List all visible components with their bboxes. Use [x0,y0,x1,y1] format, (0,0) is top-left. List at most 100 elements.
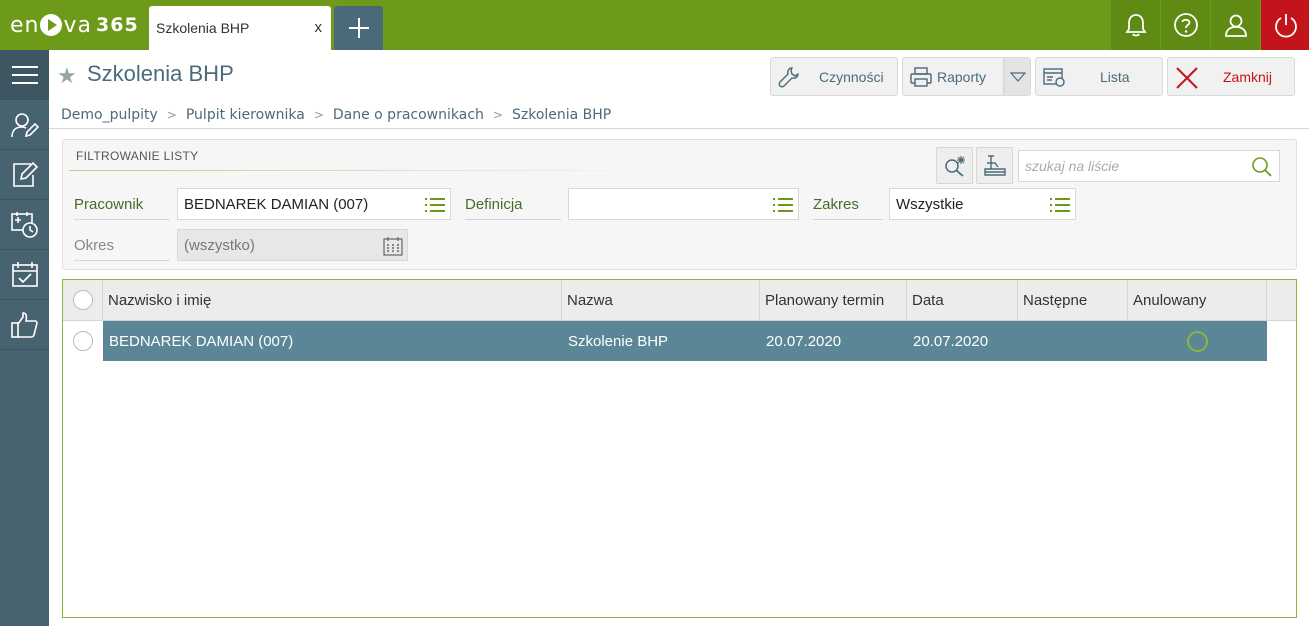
list-picker-icon[interactable] [424,197,446,213]
edit-icon [13,161,39,187]
table-row[interactable]: BEDNAREK DAMIAN (007) Szkolenie BHP 20.0… [63,321,1296,361]
column-header-anulowany[interactable]: Anulowany [1128,280,1267,321]
cell-data: 20.07.2020 [913,333,989,350]
raporty-button[interactable]: Raporty [902,57,1004,96]
divider [49,128,1309,129]
raporty-dropdown-button[interactable] [1004,57,1031,96]
lista-button[interactable]: Lista [1035,57,1163,96]
sidebar-menu-button[interactable] [0,50,49,100]
breadcrumb-item[interactable]: Dane o pracownikach [333,107,484,123]
column-header-label: Nazwisko i imię [108,292,212,309]
calendar-check-icon [12,262,38,287]
sidebar-item-employee[interactable] [0,100,49,150]
select-all-cell [63,280,103,321]
wrench-icon [778,67,799,88]
bell-icon [1125,14,1147,37]
column-header-nazwisko[interactable]: Nazwisko i imię [103,280,562,321]
breadcrumb-item[interactable]: Demo_pulpity [61,107,158,123]
advanced-search-button[interactable] [936,147,973,184]
divider [69,170,669,171]
cell-nazwisko: BEDNAREK DAMIAN (007) [109,333,294,350]
pracownik-label: Pracownik [74,196,170,220]
list-search-box [1018,150,1280,182]
column-header-data[interactable]: Data [907,280,1018,321]
list-picker-icon[interactable] [772,197,794,213]
czynnosci-label: Czynności [819,69,884,85]
cell-nazwa: Szkolenie BHP [568,333,669,350]
user-icon [1225,14,1247,37]
okres-label: Okres [74,237,170,261]
zamknij-button[interactable]: Zamknij [1167,57,1295,96]
anulowany-checkbox[interactable] [1187,331,1208,352]
favorite-star-icon[interactable]: ★ [57,64,77,89]
user-button[interactable] [1211,0,1260,50]
printer-icon [910,67,932,87]
filter-panel: FILTROWANIE LISTY Pracownik BEDNAREK DAM… [62,139,1297,270]
page-title: Szkolenia BHP [87,61,234,86]
definicja-field[interactable] [568,188,799,220]
left-sidebar [0,50,49,626]
logo-number: 365 [96,14,139,36]
pracownik-field[interactable]: BEDNAREK DAMIAN (007) [177,188,451,220]
breadcrumb-item-current: Szkolenia BHP [511,107,612,123]
sidebar-item-schedule[interactable] [0,200,49,250]
okres-field[interactable]: (wszystko) [177,229,408,261]
filter-clear-icon [984,155,1006,176]
tab-label: Szkolenia BHP [156,20,250,36]
row-select-radio[interactable] [73,331,93,351]
row-select-cell [63,321,103,361]
grid-header: Nazwisko i imię Nazwa Planowany termin D… [63,280,1296,321]
cell-planowany-termin: 20.07.2020 [766,333,842,350]
column-header-label: Następne [1023,292,1088,309]
column-header-planowany[interactable]: Planowany termin [760,280,907,321]
calendar-icon[interactable] [383,236,403,256]
menu-icon [12,66,38,84]
close-icon [1176,67,1198,89]
enova-logo[interactable]: en va 365 [10,11,139,39]
help-button[interactable] [1161,0,1210,50]
logo-text-left: en [10,12,40,38]
power-icon [1275,14,1297,38]
list-settings-icon [1043,68,1065,87]
tab-szkolenia-bhp[interactable]: Szkolenia BHP x [149,6,331,50]
pracownik-value: BEDNAREK DAMIAN (007) [184,196,369,213]
sidebar-item-approval[interactable] [0,300,49,350]
search-icon[interactable] [1251,156,1273,178]
column-header-label: Planowany termin [765,292,885,309]
chevron-right-icon: > [492,108,503,122]
chevron-down-icon [1010,72,1026,82]
add-tab-button[interactable] [334,6,383,50]
chevron-right-icon: > [313,108,324,122]
logo-text-right: va [63,12,92,38]
user-edit-icon [11,113,39,138]
sidebar-item-calendar[interactable] [0,250,49,300]
column-header-label: Nazwa [567,292,613,309]
data-grid: Nazwisko i imię Nazwa Planowany termin D… [62,279,1297,618]
clear-filter-button[interactable] [976,147,1013,184]
column-header-nazwa[interactable]: Nazwa [562,280,760,321]
search-input[interactable] [1019,151,1249,181]
breadcrumb: Demo_pulpity > Pulpit kierownika > Dane … [61,107,611,123]
play-icon [40,14,63,36]
help-icon [1174,13,1198,37]
czynnosci-button[interactable]: Czynności [770,57,898,96]
zamknij-label: Zamknij [1223,69,1273,85]
zakres-label: Zakres [813,196,883,220]
zakres-value: Wszystkie [896,196,964,213]
breadcrumb-item[interactable]: Pulpit kierownika [186,107,305,123]
definicja-label: Definicja [465,196,561,220]
column-header-label: Anulowany [1133,292,1207,309]
list-picker-icon[interactable] [1049,197,1071,213]
tab-close-button[interactable]: x [315,19,323,36]
notifications-button[interactable] [1111,0,1160,50]
filter-title: FILTROWANIE LISTY [76,149,199,163]
plus-icon [349,18,369,38]
top-bar: en va 365 Szkolenia BHP x [0,0,1309,50]
zakres-field[interactable]: Wszystkie [889,188,1076,220]
column-header-nastepne[interactable]: Następne [1018,280,1128,321]
logout-button[interactable] [1261,0,1309,50]
sidebar-item-edit[interactable] [0,150,49,200]
thumbs-up-icon [11,312,38,338]
chevron-right-icon: > [166,108,177,122]
select-all-radio[interactable] [73,290,93,310]
